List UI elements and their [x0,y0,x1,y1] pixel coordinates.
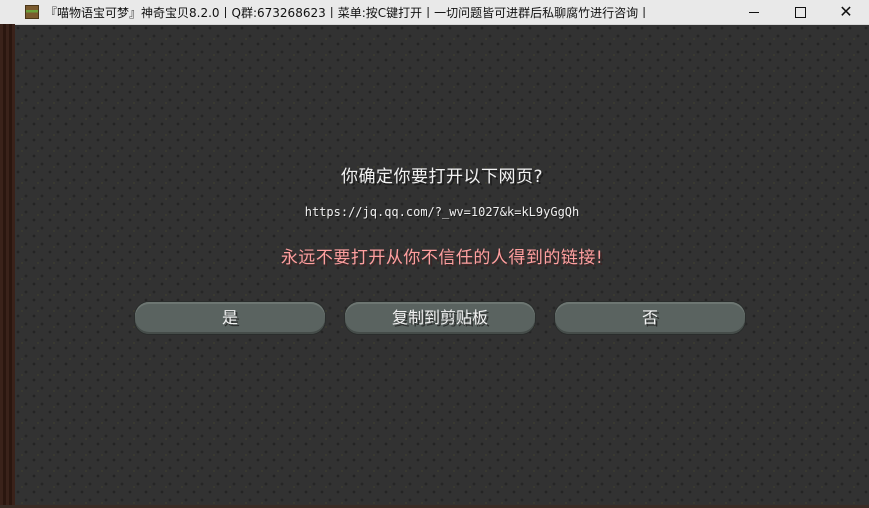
minimize-button[interactable] [731,0,777,24]
confirm-prompt: 你确定你要打开以下网页? [340,167,544,187]
minecraft-grass-block-icon [25,5,39,19]
maximize-icon [794,6,806,18]
yes-button[interactable]: 是 [135,302,325,334]
no-button[interactable]: 否 [555,302,745,334]
background-game-edge [0,24,15,508]
title-bar[interactable]: 『喵物语宝可梦』神奇宝贝8.2.0丨Q群:673268623丨菜单:按C键打开丨… [0,0,869,25]
window-controls: ✕ [731,0,869,24]
close-icon: ✕ [839,2,853,21]
maximize-button[interactable] [777,0,823,24]
minimize-icon [749,11,759,13]
link-url: https://jq.qq.com/?_wv=1027&k=kL9yGgQh [304,205,580,219]
confirm-link-screen: 你确定你要打开以下网页? https://jq.qq.com/?_wv=1027… [15,25,869,505]
copy-to-clipboard-button[interactable]: 复制到剪贴板 [345,302,535,334]
link-warning: 永远不要打开从你不信任的人得到的链接! [280,248,604,268]
game-window: 『喵物语宝可梦』神奇宝贝8.2.0丨Q群:673268623丨菜单:按C键打开丨… [0,0,869,508]
window-title: 『喵物语宝可梦』神奇宝贝8.2.0丨Q群:673268623丨菜单:按C键打开丨… [45,5,651,20]
close-button[interactable]: ✕ [823,0,869,24]
